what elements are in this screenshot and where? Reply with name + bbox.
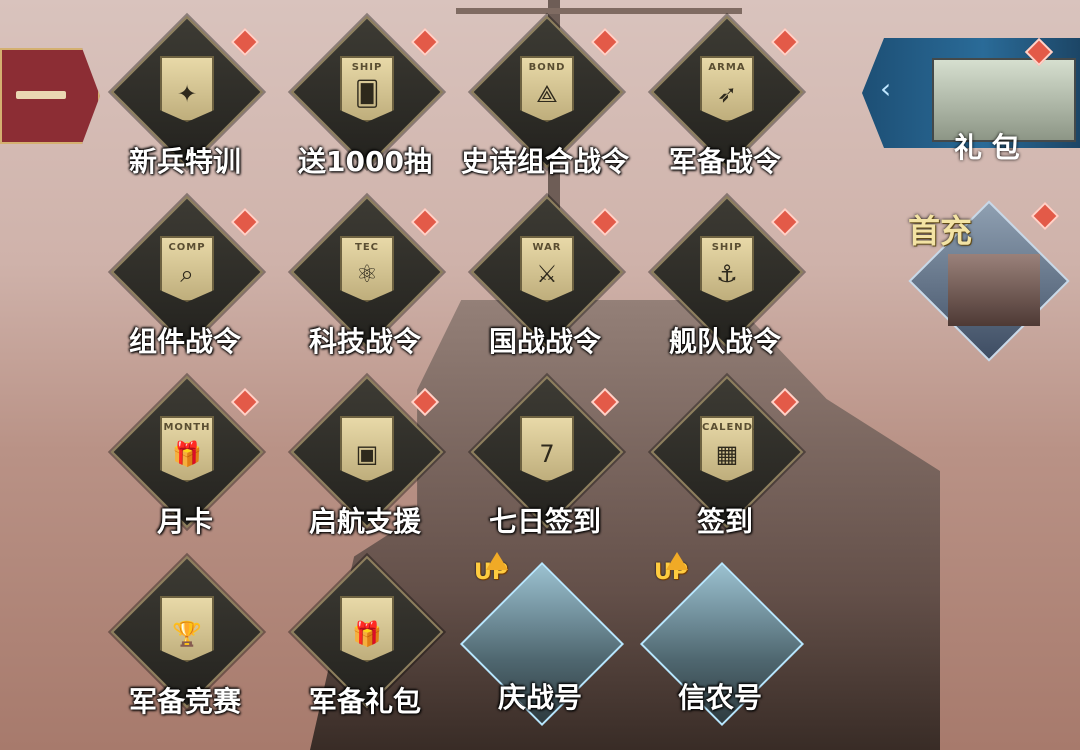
badge-label: TEC bbox=[355, 242, 379, 253]
badge-frame: CALENDAR ▦ bbox=[700, 416, 754, 482]
gift-label: 礼 包 bbox=[954, 131, 1020, 164]
badge-frame: MONTH 🎁 bbox=[160, 416, 214, 482]
badge-frame: ✦ bbox=[160, 56, 214, 122]
badge-frame: 🎁 bbox=[340, 596, 394, 662]
daily-signin[interactable]: CALENDAR ▦ 签到 bbox=[635, 375, 815, 560]
supply-box-icon: ▣ bbox=[355, 440, 379, 468]
badge-label: WAR bbox=[532, 242, 562, 253]
missile-icon: ➶ bbox=[716, 80, 738, 108]
badge-frame: ▣ bbox=[340, 416, 394, 482]
tech-pass[interactable]: TEC ⚛ 科技战令 bbox=[275, 195, 455, 380]
up-badge: UP bbox=[654, 560, 688, 585]
cards-icon: 🂠 bbox=[354, 80, 380, 108]
component-pass[interactable]: COMP ⌕ 组件战令 bbox=[95, 195, 275, 380]
badge-frame: WAR ⚔ bbox=[520, 236, 574, 302]
notification-dot bbox=[590, 387, 620, 417]
back-button[interactable] bbox=[0, 48, 100, 144]
armament-gift-pack[interactable]: 🎁 军备礼包 bbox=[275, 555, 455, 740]
badge-frame: SHIP ⚓ bbox=[700, 236, 754, 302]
fleet-pass[interactable]: SHIP ⚓ 舰队战令 bbox=[635, 195, 815, 380]
epic-combo-pass[interactable]: BOND ⟁ 史诗组合战令 bbox=[455, 15, 635, 200]
item-label: 军备礼包 bbox=[308, 685, 421, 718]
crossed-swords-icon: ⚔ bbox=[536, 260, 558, 288]
badge-frame: 7 bbox=[520, 416, 574, 482]
badge-label: CALENDAR bbox=[702, 422, 771, 433]
badge-label: SHIP bbox=[351, 62, 383, 73]
qingzhan-ship[interactable]: UP 庆战号 bbox=[459, 560, 625, 727]
collapse-icon bbox=[16, 91, 66, 99]
component-icon: ⌕ bbox=[180, 260, 194, 288]
notification-dot bbox=[230, 207, 260, 237]
atom-icon: ⚛ bbox=[356, 260, 378, 288]
first-recharge-label: 首充 bbox=[908, 212, 973, 250]
anchor-icon: ⚓ bbox=[716, 260, 738, 288]
seven-day-signin[interactable]: 7 七日签到 bbox=[455, 375, 635, 560]
gift-panel[interactable]: ‹ 礼 包 bbox=[862, 37, 1080, 164]
badge-label: MONTH bbox=[163, 422, 211, 433]
first-recharge-panel[interactable]: 首充 bbox=[908, 200, 1070, 362]
triangle-knot-icon: ⟁ bbox=[536, 80, 558, 108]
monthly-card[interactable]: MONTH 🎁 月卡 bbox=[95, 375, 275, 560]
notification-dot bbox=[410, 27, 440, 57]
calendar-icon: ▦ bbox=[715, 440, 739, 468]
eagle-icon: ✦ bbox=[176, 80, 198, 108]
item-label: 舰队战令 bbox=[668, 325, 781, 358]
item-label: 军备战令 bbox=[668, 145, 781, 178]
armament-race[interactable]: 🏆 军备竞赛 bbox=[95, 555, 275, 740]
notification-dot bbox=[410, 207, 440, 237]
recruit-training[interactable]: ✦ 新兵特训 bbox=[95, 15, 275, 200]
badge-frame: SHIP 🂠 bbox=[340, 56, 394, 122]
armament-pass[interactable]: ARMA ➶ 军备战令 bbox=[635, 15, 815, 200]
badge-label: BOND bbox=[528, 62, 566, 73]
item-label: 庆战号 bbox=[497, 681, 582, 714]
notification-dot bbox=[770, 27, 800, 57]
notification-dot bbox=[1030, 201, 1060, 231]
badge-frame: TEC ⚛ bbox=[340, 236, 394, 302]
seven-day-icon: 7 bbox=[539, 440, 555, 468]
gift-card-icon: 🎁 bbox=[172, 440, 202, 468]
xinnong-ship[interactable]: UP 信农号 bbox=[639, 560, 805, 727]
rigging-icon bbox=[456, 8, 742, 14]
gift-1000-pulls[interactable]: SHIP 🂠 送1000抽 bbox=[275, 15, 455, 200]
notification-dot bbox=[770, 207, 800, 237]
badge-frame: COMP ⌕ bbox=[160, 236, 214, 302]
trophy-icon: 🏆 bbox=[172, 620, 202, 648]
notification-dot bbox=[410, 387, 440, 417]
notification-dot bbox=[230, 387, 260, 417]
item-label: 信农号 bbox=[677, 681, 762, 714]
battleship-icon bbox=[948, 254, 1040, 326]
badge-label: ARMA bbox=[708, 62, 746, 73]
notification-dot bbox=[590, 27, 620, 57]
badge-frame: ARMA ➶ bbox=[700, 56, 754, 122]
badge-frame: 🏆 bbox=[160, 596, 214, 662]
up-badge: UP bbox=[474, 560, 508, 585]
gift-trophy-icon: 🎁 bbox=[352, 620, 382, 648]
badge-label: SHIP bbox=[711, 242, 743, 253]
notification-dot bbox=[770, 387, 800, 417]
notification-dot bbox=[230, 27, 260, 57]
badge-label: COMP bbox=[168, 242, 206, 253]
chevron-left-icon: ‹ bbox=[880, 72, 892, 105]
national-war-pass[interactable]: WAR ⚔ 国战战令 bbox=[455, 195, 635, 380]
item-label: 签到 bbox=[696, 505, 753, 538]
badge-frame: BOND ⟁ bbox=[520, 56, 574, 122]
launch-support[interactable]: ▣ 启航支援 bbox=[275, 375, 455, 560]
notification-dot bbox=[590, 207, 620, 237]
